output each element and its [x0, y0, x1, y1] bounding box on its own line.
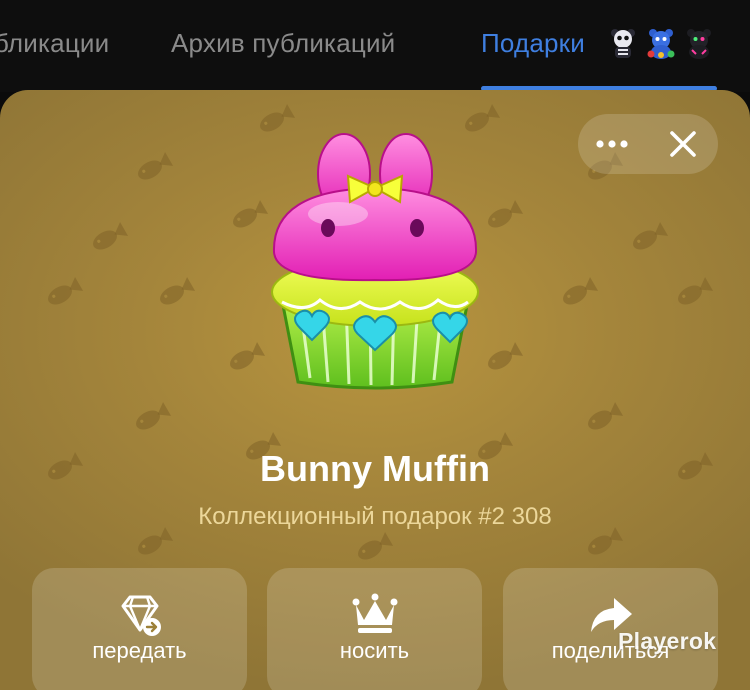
bunny-muffin-image [271, 133, 479, 390]
gift-name: Bunny Muffin [260, 448, 490, 489]
tab-publications[interactable]: бликации [0, 28, 109, 59]
ellipsis-icon [596, 140, 628, 148]
header-controls [578, 114, 718, 174]
transfer-label: передать [92, 638, 187, 663]
wear-button[interactable]: носить [267, 568, 482, 690]
tab-gifts[interactable]: Подарки [481, 28, 585, 59]
dark-teddy-icon [687, 29, 711, 59]
blue-teddy-icon [647, 29, 675, 59]
crown-icon [352, 593, 397, 633]
close-button[interactable] [648, 114, 718, 174]
tab-emoji-group [606, 26, 716, 60]
gift-sheet: Bunny Muffin Коллекционный подарок #2 30… [0, 90, 750, 690]
tab-bar: бликации Архив публикаций Подарки [0, 0, 750, 92]
tab-archive[interactable]: Архив публикаций [171, 28, 395, 59]
close-icon [670, 131, 696, 157]
watermark: Playerok [618, 628, 717, 654]
skull-teddy-icon [611, 29, 635, 58]
wear-label: носить [339, 638, 410, 663]
transfer-button[interactable]: передать [32, 568, 247, 690]
gift-collectible-number: Коллекционный подарок #2 308 [198, 503, 552, 530]
diamond-transfer-icon [121, 595, 161, 636]
more-button[interactable] [578, 114, 648, 174]
